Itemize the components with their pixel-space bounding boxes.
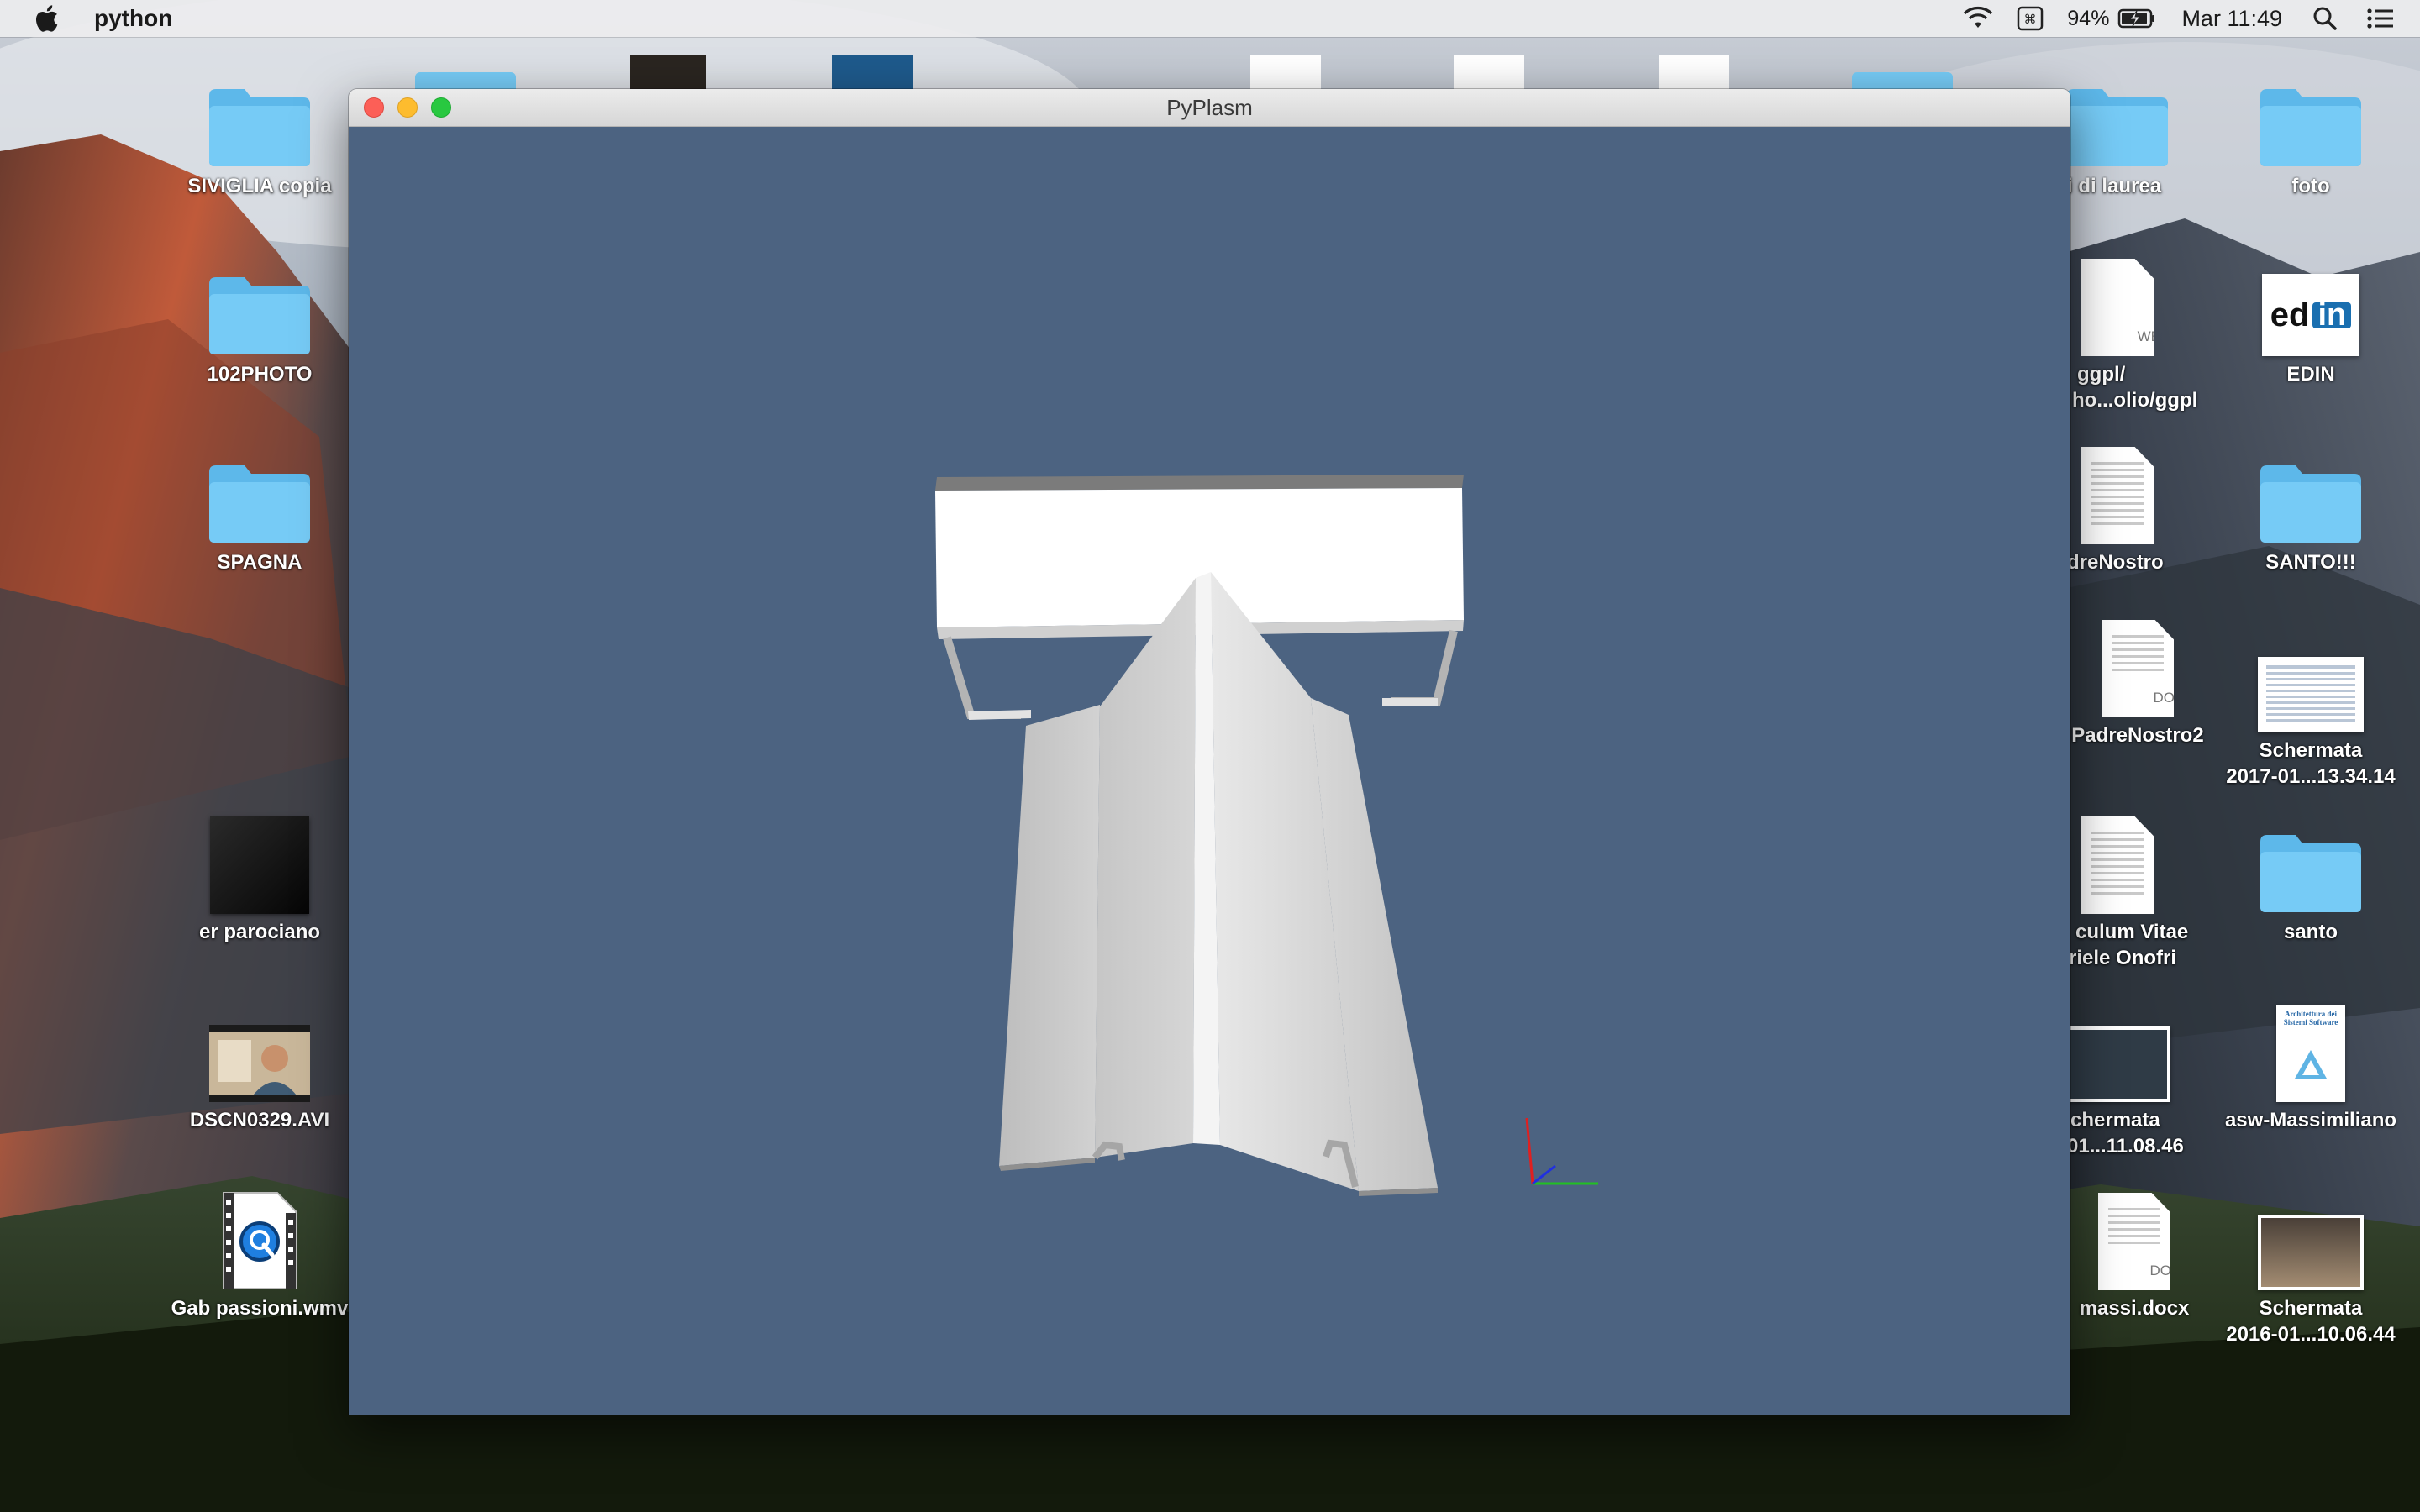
desktop-item-dscn0329[interactable]: DSCN0329.AVI — [159, 995, 360, 1133]
book-cover-icon: Architettura dei Sistemi Software — [2276, 1005, 2345, 1102]
desktop-item-label: Gab passioni.wmv — [171, 1297, 349, 1320]
edin-logo-text: ed — [2270, 296, 2310, 333]
desktop-item-santo[interactable]: santo — [2210, 806, 2412, 945]
edin-logo-badge: in — [2312, 299, 2352, 331]
desktop-item-label: DSCN0329.AVI — [189, 1109, 330, 1131]
desktop-item-102photo[interactable]: 102PHOTO — [159, 249, 360, 387]
status-menus: ⌘ 94% Mar 11:49 — [1961, 0, 2395, 37]
pyplasm-window[interactable]: PyPlasm — [349, 89, 2070, 1415]
file-extension-label: DOCX — [2153, 690, 2195, 706]
desktop-item-label: santo — [2283, 921, 2338, 943]
3d-viewport[interactable] — [349, 127, 2070, 1415]
desktop-item-label: er parociano — [198, 921, 321, 943]
docx-document-icon: DOCX — [2102, 620, 2174, 717]
battery-percentage[interactable]: 94% — [2067, 0, 2109, 37]
spotlight-search-icon[interactable] — [2312, 0, 2338, 37]
svg-text:⌘: ⌘ — [2024, 12, 2037, 27]
window-title: PyPlasm — [1166, 95, 1253, 120]
menu-bar: python ⌘ 94% Mar 11:49 — [0, 0, 2420, 37]
desktop-item-label: asw-Massimiliano — [2224, 1109, 2397, 1131]
desktop-item-santo-exclaim[interactable]: SANTO!!! — [2210, 437, 2412, 575]
menubar-clock[interactable]: Mar 11:49 — [2181, 0, 2282, 37]
folder-icon — [209, 89, 310, 166]
desktop-item-label: foto — [2291, 175, 2330, 197]
desktop-item-label: SANTO!!! — [2265, 551, 2356, 574]
desktop-item-label-line2: 2017-01...13.34.14 — [2226, 765, 2396, 788]
notification-center-icon[interactable] — [2366, 0, 2395, 37]
file-extension-label: DOCX — [2149, 1263, 2191, 1278]
apple-menu-icon[interactable] — [34, 3, 60, 34]
file-extension-label: WEB — [2137, 328, 2170, 344]
quicktime-file-icon — [223, 1192, 297, 1289]
desktop-item-hidden-document[interactable] — [1454, 55, 1524, 91]
screenshot-icon — [2065, 1026, 2170, 1102]
active-app-name[interactable]: python — [94, 5, 172, 32]
window-titlebar[interactable]: PyPlasm — [349, 89, 2070, 127]
folder-icon — [209, 277, 310, 354]
axis-gizmo-icon — [1525, 1117, 1598, 1185]
keyboard-input-icon[interactable]: ⌘ — [2017, 0, 2044, 37]
desktop-item-label-line1: Schermata — [2259, 739, 2363, 762]
desktop-item-asw-massimiliano[interactable]: Architettura dei Sistemi Software asw-Ma… — [2210, 995, 2412, 1133]
desktop-item-edin[interactable]: ed in EDIN — [2210, 249, 2412, 387]
wifi-icon[interactable] — [1961, 0, 1995, 37]
edin-app-icon: ed in — [2262, 274, 2360, 356]
folder-icon — [2260, 89, 2361, 166]
left-wing-panel — [999, 705, 1100, 1166]
desktop-item-er-parociano[interactable]: er parociano — [159, 806, 360, 945]
desktop-item-label-line1: Schermata — [2259, 1297, 2363, 1320]
desktop-item-hidden-image[interactable] — [630, 55, 706, 91]
book-cover-title: Architettura dei Sistemi Software — [2283, 1010, 2338, 1026]
central-column-left-face — [1095, 578, 1196, 1158]
desktop-item-label: EDIN — [2286, 363, 2335, 386]
folder-icon — [2067, 89, 2168, 166]
document-icon — [2081, 447, 2154, 544]
folder-icon — [2260, 465, 2361, 543]
desktop-item-label: 102PHOTO — [207, 363, 313, 386]
screenshot-icon — [2258, 657, 2364, 732]
desktop-item-label-line2: 2016-01...10.06.44 — [2226, 1323, 2396, 1346]
desktop-item-label: SIVIGLIA copia — [187, 175, 332, 197]
video-thumbnail-icon — [209, 1025, 310, 1102]
desktop-item-foto[interactable]: foto — [2210, 60, 2412, 199]
desktop-item-label: SPAGNA — [217, 551, 302, 574]
desktop-item-hidden-folder[interactable] — [1852, 72, 1953, 91]
document-icon — [2081, 816, 2154, 914]
docx-document-icon: DOCX — [2098, 1193, 2170, 1290]
desktop-item-hidden-image[interactable] — [832, 55, 913, 91]
desktop-item-siviglia-copia[interactable]: SIVIGLIA copia — [159, 60, 360, 199]
video-thumbnail-icon — [210, 816, 309, 914]
web-document-icon: WEB — [2081, 259, 2154, 356]
battery-charging-icon[interactable] — [2118, 0, 2156, 37]
desktop-item-schermata-13-34-14[interactable]: Schermata 2017-01...13.34.14 — [2210, 625, 2412, 790]
desktop-item-spagna[interactable]: SPAGNA — [159, 437, 360, 575]
desktop-item-schermata-10-06-44[interactable]: Schermata 2016-01...10.06.44 — [2210, 1183, 2412, 1347]
desktop-item-hidden-folder[interactable] — [415, 72, 516, 91]
screenshot-icon — [2258, 1215, 2364, 1290]
desktop-item-hidden-document[interactable] — [1659, 55, 1729, 91]
desktop-item-gab-passioni[interactable]: Gab passioni.wmv — [159, 1183, 360, 1321]
folder-icon — [2260, 835, 2361, 912]
3d-model-render[interactable] — [349, 127, 2070, 1415]
folder-icon — [209, 465, 310, 543]
desktop-item-hidden-document[interactable] — [1250, 55, 1321, 91]
